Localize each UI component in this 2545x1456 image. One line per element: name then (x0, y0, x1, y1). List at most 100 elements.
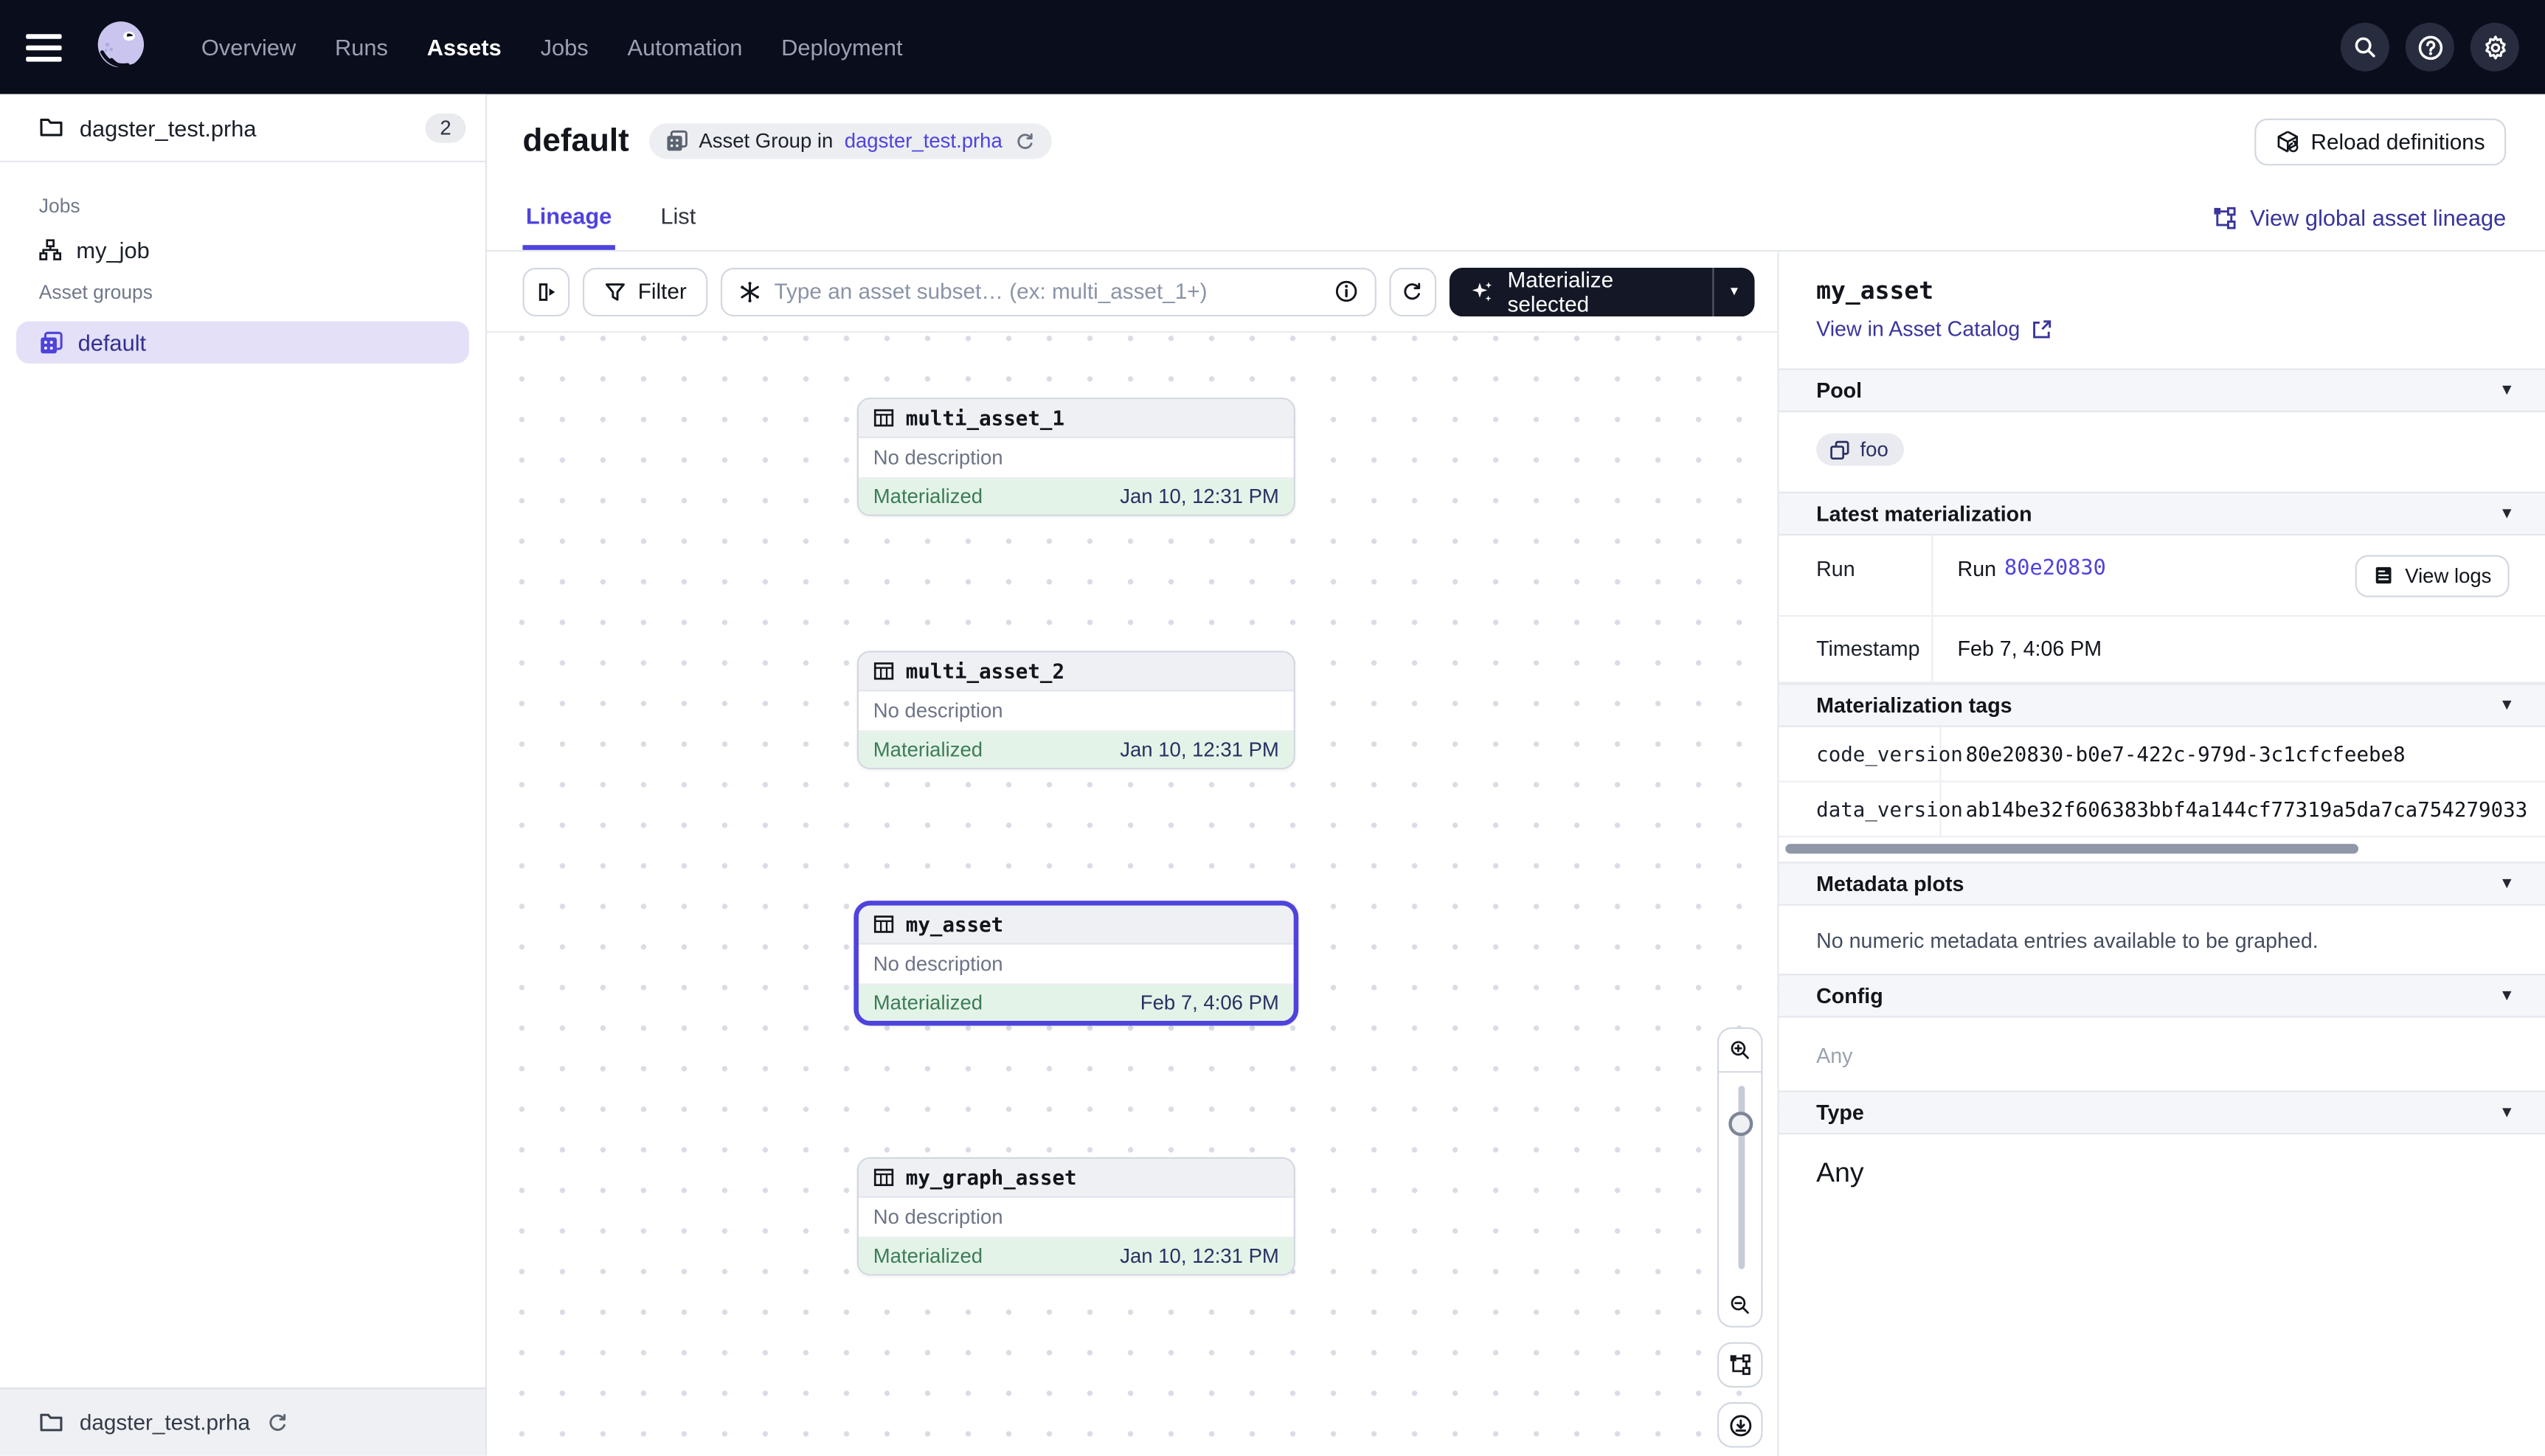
refresh-graph-button[interactable] (1389, 267, 1436, 316)
nav-item-deployment[interactable]: Deployment (762, 0, 922, 94)
status-badge: Materialized (873, 485, 983, 508)
toggle-left-panel-button[interactable] (522, 267, 569, 316)
materialization-time: Feb 7, 4:06 PM (1140, 991, 1279, 1014)
repo-count-badge: 2 (426, 113, 466, 142)
asset-subset-search (721, 267, 1376, 316)
hamburger-menu-icon[interactable] (26, 33, 68, 60)
filter-button[interactable]: Filter (583, 267, 707, 316)
reload-definitions-icon (2275, 129, 2299, 153)
run-id-link[interactable]: 80e20830 (2004, 556, 2106, 580)
type-value: Any (1779, 1134, 2545, 1212)
tag-row-code-version: code_version 80e20830-b0e7-422c-979d-3c1… (1779, 727, 2545, 782)
sidebar-item-group-default[interactable]: default (16, 322, 469, 364)
tab-lineage[interactable]: Lineage (522, 203, 614, 250)
zoom-controls (1717, 1027, 1763, 1448)
section-header-type[interactable]: Type ▾ (1779, 1090, 2545, 1134)
status-badge: Materialized (873, 991, 983, 1014)
section-header-config[interactable]: Config ▾ (1779, 973, 2545, 1016)
pill-prefix: Asset Group in (699, 130, 833, 153)
graph-toolbar: Filter Materia (487, 252, 1777, 333)
collapse-caret-icon[interactable]: ▾ (2503, 986, 2511, 1004)
sidebar-repo-row[interactable]: dagster_test.prha 2 (0, 94, 485, 162)
lineage-canvas[interactable]: multi_asset_1 No description Materialize… (487, 333, 1777, 1456)
panel-toggle-icon (535, 280, 558, 303)
folder-icon (39, 1410, 63, 1435)
view-in-asset-catalog-link[interactable]: View in Asset Catalog (1816, 316, 2052, 341)
zoom-slider[interactable] (1717, 1072, 1763, 1282)
asset-node-multi-asset-2[interactable]: multi_asset_2 No description Materialize… (857, 651, 1295, 769)
zoom-slider-handle[interactable] (1728, 1112, 1753, 1136)
download-image-button[interactable] (1717, 1402, 1763, 1448)
nav-item-overview[interactable]: Overview (181, 0, 315, 94)
search-icon[interactable] (2341, 23, 2389, 72)
collapse-caret-icon[interactable]: ▾ (2503, 504, 2511, 521)
asset-group-icon (39, 330, 63, 355)
pill-repo-link[interactable]: dagster_test.prha (845, 130, 1003, 153)
zoom-in-button[interactable] (1717, 1027, 1763, 1073)
collapse-caret-icon[interactable]: ▾ (2503, 1103, 2511, 1120)
section-header-latest-materialization[interactable]: Latest materialization ▾ (1779, 491, 2545, 535)
panel-asset-title: my_asset (1816, 276, 2510, 305)
section-header-pool[interactable]: Pool ▾ (1779, 368, 2545, 412)
collapse-caret-icon[interactable]: ▾ (2503, 381, 2511, 399)
materialization-time: Jan 10, 12:31 PM (1120, 485, 1279, 508)
status-badge: Materialized (873, 1245, 983, 1268)
dagster-logo-icon[interactable] (88, 13, 156, 81)
reload-definitions-button[interactable]: Reload definitions (2254, 118, 2506, 165)
copies-icon (1829, 439, 1851, 460)
asset-group-icon (665, 130, 688, 153)
lineage-graph-section: Filter Materia (487, 252, 1779, 1456)
job-graph-icon (39, 238, 62, 261)
refresh-icon[interactable] (266, 1411, 289, 1434)
asset-subset-icon (738, 280, 761, 303)
filter-funnel-icon (604, 280, 627, 303)
zoom-in-icon (1728, 1039, 1751, 1061)
refresh-icon[interactable] (1014, 131, 1035, 152)
section-header-materialization-tags[interactable]: Materialization tags ▾ (1779, 682, 2545, 726)
sidebar-item-my-job[interactable]: my_job (0, 229, 485, 271)
gear-icon[interactable] (2470, 23, 2519, 72)
app-viewport: Overview Runs Assets Jobs Automation Dep… (0, 0, 2545, 1456)
materialize-dropdown-caret[interactable]: ▾ (1712, 267, 1754, 316)
materialization-time: Jan 10, 12:31 PM (1120, 1245, 1279, 1268)
nav-item-automation[interactable]: Automation (608, 0, 762, 94)
asset-node-my-asset[interactable]: my_asset No description Materialized Feb… (853, 901, 1298, 1025)
top-nav: Overview Runs Assets Jobs Automation Dep… (0, 0, 2545, 94)
asset-node-multi-asset-1[interactable]: multi_asset_1 No description Materialize… (857, 398, 1295, 516)
materialize-selected-button[interactable]: Materialize selected ▾ (1449, 267, 1754, 316)
sparkle-icon (1469, 278, 1495, 304)
nav-item-assets[interactable]: Assets (407, 0, 521, 94)
metadata-empty-message: No numeric metadata entries available to… (1779, 905, 2545, 973)
asset-subset-input[interactable] (775, 279, 1321, 303)
job-name: my_job (76, 237, 149, 263)
tab-list[interactable]: List (657, 203, 699, 250)
asset-groups-section-label: Asset groups (0, 271, 485, 314)
section-header-metadata-plots[interactable]: Metadata plots ▾ (1779, 861, 2545, 904)
latest-run-row: Run Run 80e20830 View logs (1779, 535, 2545, 616)
zoom-out-button[interactable] (1717, 1282, 1763, 1328)
nav-item-jobs[interactable]: Jobs (521, 0, 608, 94)
collapse-caret-icon[interactable]: ▾ (2503, 696, 2511, 713)
lineage-icon (2213, 205, 2237, 229)
config-value: Any (1779, 1016, 2545, 1089)
help-icon[interactable] (2406, 23, 2454, 72)
relayout-graph-button[interactable] (1717, 1342, 1763, 1388)
jobs-section-label: Jobs (0, 185, 485, 229)
view-logs-button[interactable]: View logs (2355, 554, 2510, 596)
lineage-icon (1728, 1353, 1751, 1376)
table-icon (873, 914, 895, 935)
info-icon[interactable] (1334, 279, 1358, 303)
table-icon (873, 407, 895, 429)
collapse-caret-icon[interactable]: ▾ (2503, 874, 2511, 892)
nav-item-runs[interactable]: Runs (316, 0, 408, 94)
asset-node-my-graph-asset[interactable]: my_graph_asset No description Materializ… (857, 1157, 1295, 1276)
tag-row-data-version: data_version ab14be32f606383bbf4a144cf77… (1779, 781, 2545, 836)
table-icon (873, 1167, 895, 1188)
horizontal-scrollbar-thumb[interactable] (1785, 843, 2358, 853)
group-name: default (78, 330, 147, 356)
table-icon (873, 661, 895, 682)
pool-tag: foo (1816, 433, 1905, 465)
sidebar-footer-repo[interactable]: dagster_test.prha (0, 1387, 485, 1455)
asset-group-pill: Asset Group in dagster_test.prha (648, 123, 1051, 159)
view-global-asset-lineage-link[interactable]: View global asset lineage (2213, 204, 2507, 250)
